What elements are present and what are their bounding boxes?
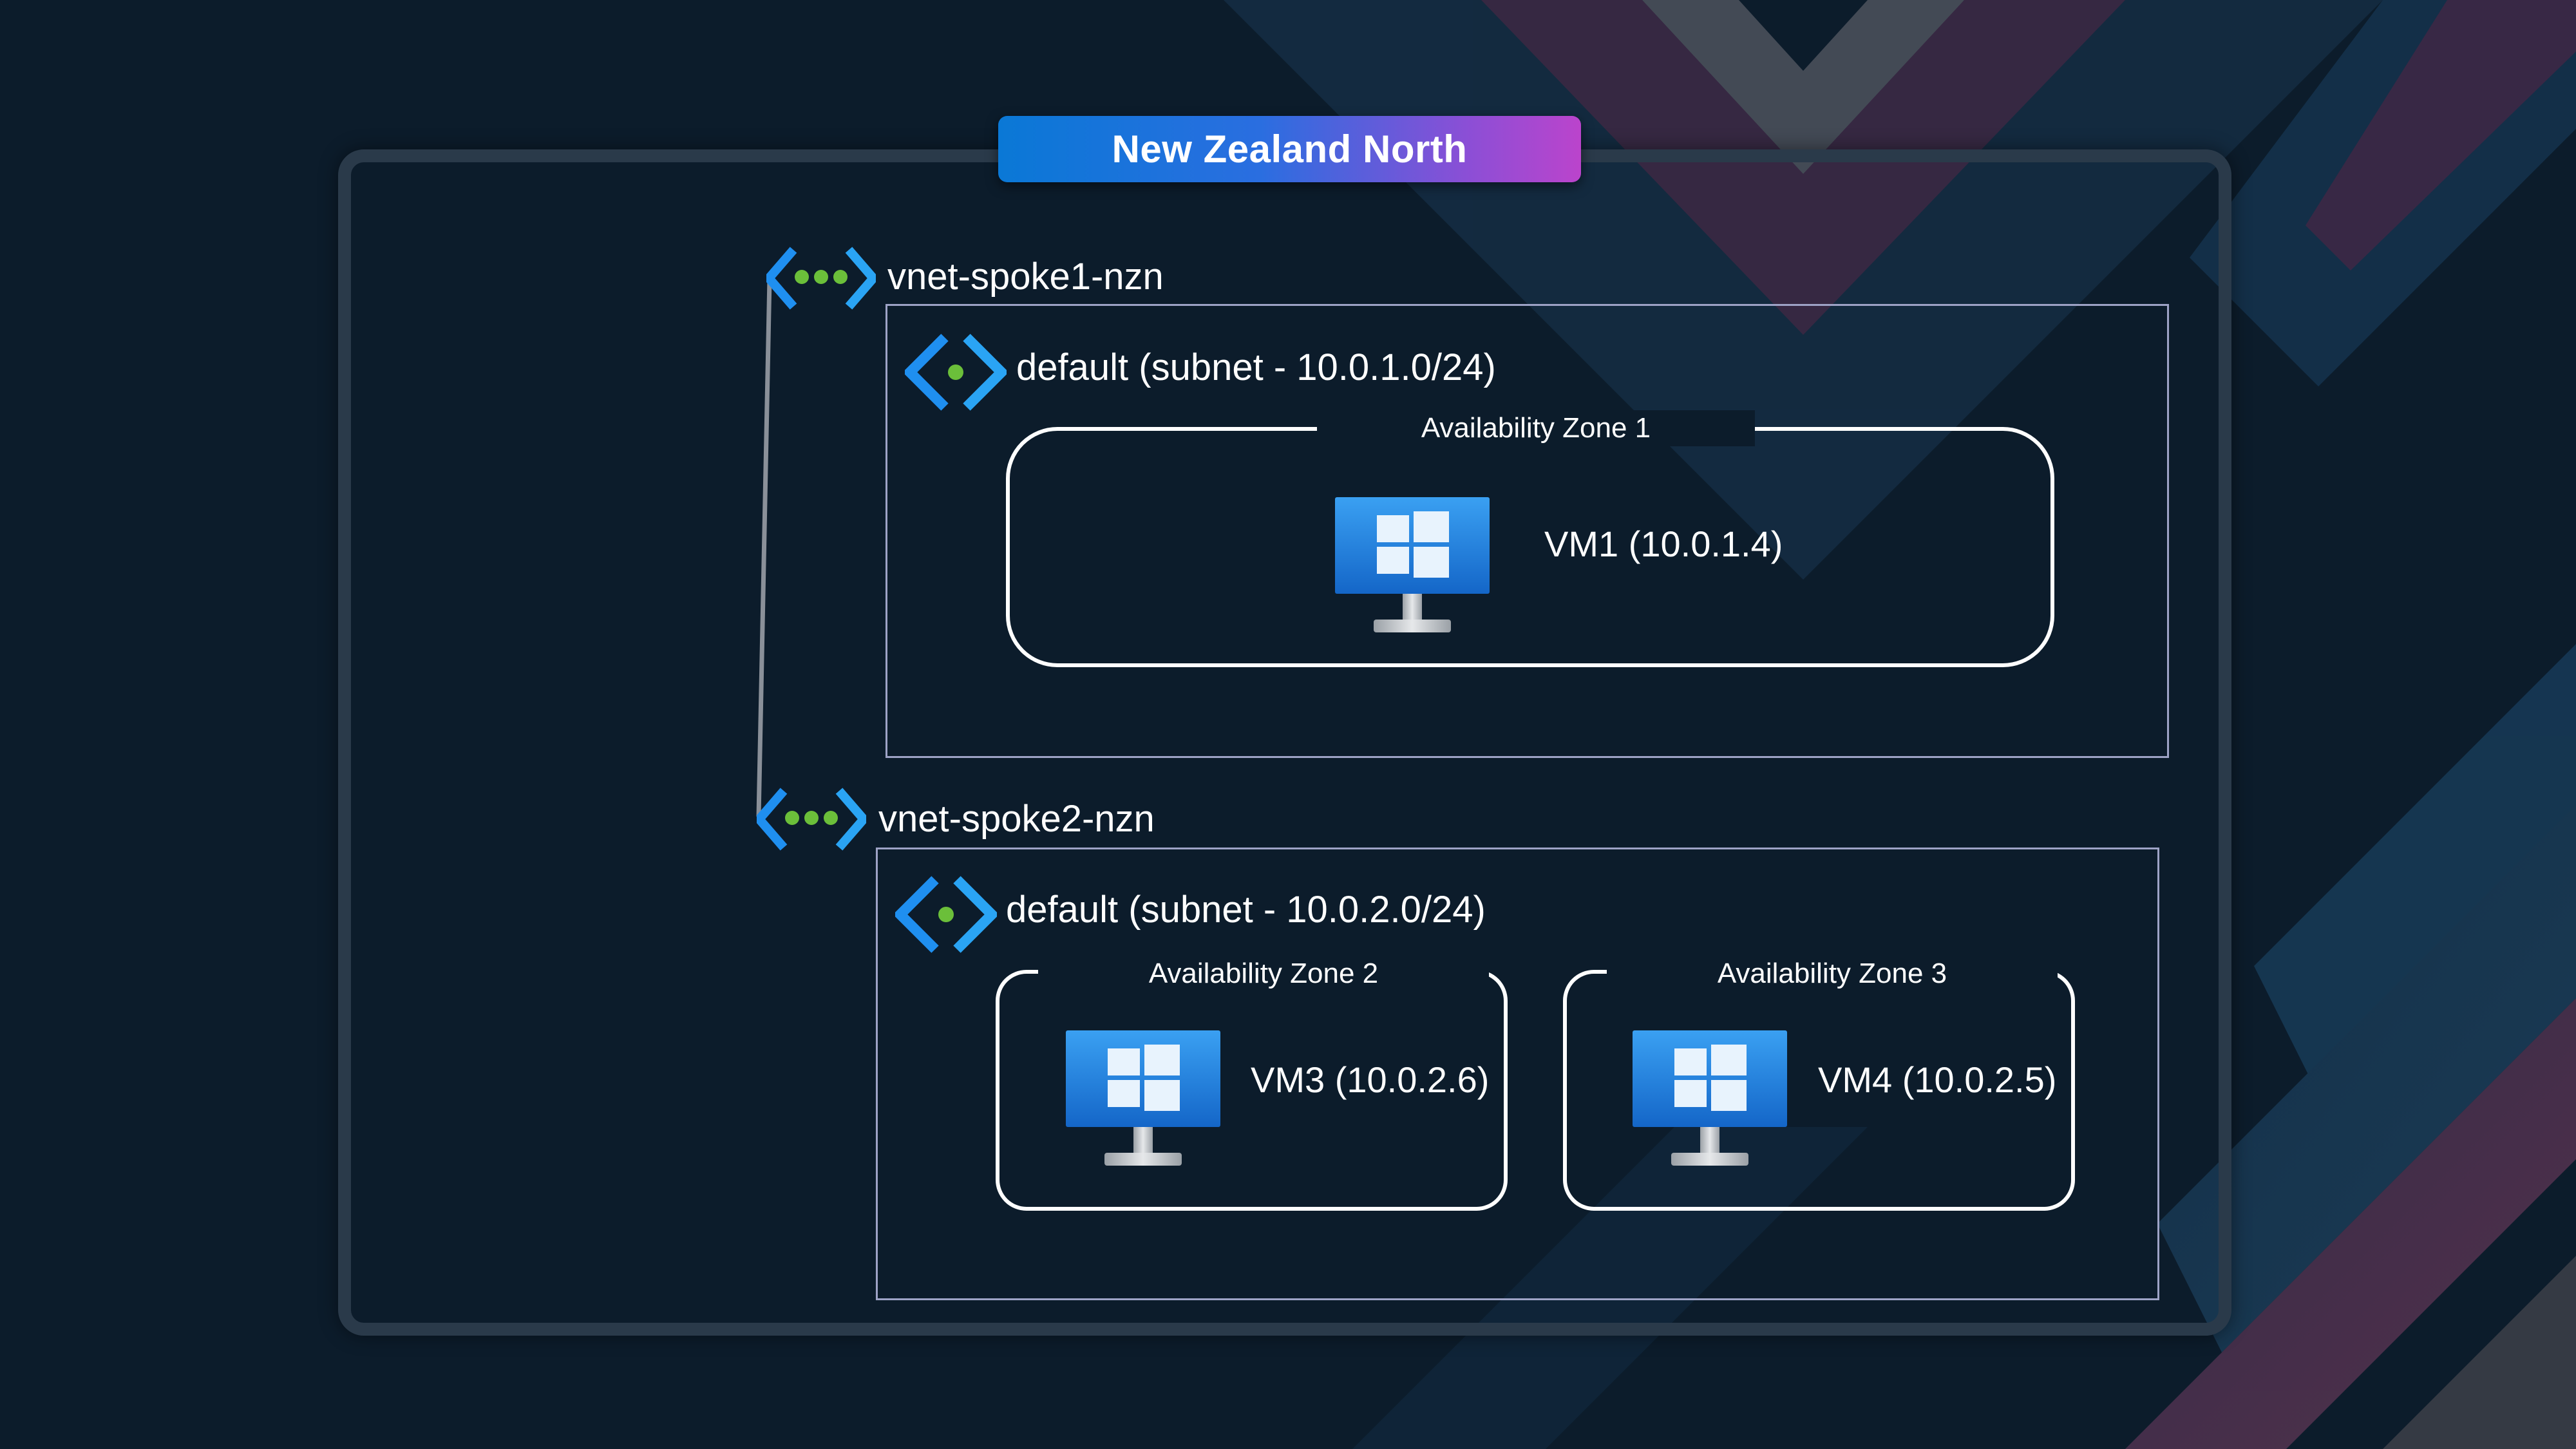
availability-zone-title: Availability Zone 3 <box>1607 956 2058 992</box>
vnet-name: vnet-spoke1-nzn <box>887 256 1164 298</box>
windows-vm-icon <box>1633 1030 1787 1166</box>
availability-zone-box <box>1006 427 2054 667</box>
virtual-network-icon <box>766 247 876 310</box>
subnet-label: default (subnet - 10.0.2.0/24) <box>1006 889 1486 931</box>
windows-vm-icon <box>1335 497 1490 632</box>
vm-label: VM4 (10.0.2.5) <box>1818 1059 2057 1100</box>
vm-label: VM3 (10.0.2.6) <box>1251 1059 1490 1100</box>
subnet-label: default (subnet - 10.0.1.0/24) <box>1016 346 1496 388</box>
availability-zone-title: Availability Zone 2 <box>1038 956 1489 992</box>
vnet-name: vnet-spoke2-nzn <box>878 798 1155 840</box>
network-diagram: New Zealand North vnet-spoke1-nzn defaul… <box>0 0 2576 1449</box>
subnet-icon <box>895 876 997 953</box>
vm-label: VM1 (10.0.1.4) <box>1544 524 1783 564</box>
windows-vm-icon <box>1066 1030 1220 1166</box>
virtual-network-icon <box>757 788 866 851</box>
availability-zone-title: Availability Zone 1 <box>1317 410 1755 446</box>
subnet-icon <box>905 334 1007 411</box>
